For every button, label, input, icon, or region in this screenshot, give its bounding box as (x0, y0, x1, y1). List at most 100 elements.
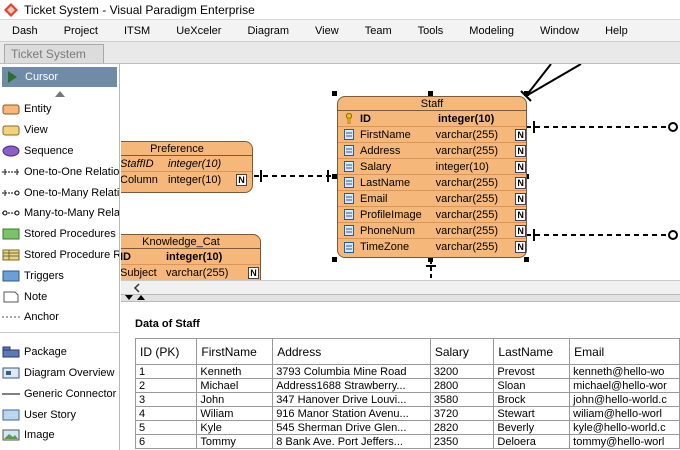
column-header[interactable]: LastName (493, 338, 571, 365)
table-cell[interactable]: 2820 (429, 420, 495, 435)
column-header[interactable]: Salary (429, 338, 495, 365)
entity-row: Subject varchar(255) N (121, 265, 260, 280)
column-header[interactable]: FirstName (196, 338, 274, 365)
table-cell[interactable]: 3 (134, 392, 198, 407)
entity-column-row[interactable]: Email varchar(255) N (338, 191, 527, 207)
menu-dash[interactable]: Dash (0, 25, 51, 37)
connector-line[interactable] (525, 64, 552, 97)
table-cell[interactable]: 6 (134, 434, 198, 449)
palette-item-sequence[interactable]: Sequence (0, 141, 119, 162)
diagram-canvas[interactable]: Staff ID integer(10) FirstName varchar(255)… (121, 64, 680, 280)
entity-column-row[interactable]: TimeZone varchar(255) N (338, 239, 527, 255)
table-cell[interactable]: Prevost (493, 364, 571, 379)
palette-item-note[interactable]: Note (0, 286, 119, 307)
table-cell[interactable]: 4 (134, 406, 198, 421)
menu-window[interactable]: Window (527, 25, 592, 37)
table-cell[interactable]: Beverly (493, 420, 571, 435)
table-row[interactable]: 1 Kenneth 3793 Columbia Mine Road 3200 Prevo… (134, 364, 680, 379)
palette-item-cursor[interactable]: Cursor (2, 67, 117, 87)
table-cell[interactable]: Address1688 Strawberry... (272, 378, 431, 393)
table-cell[interactable]: Deloera (493, 434, 571, 449)
palette-item-stored-procedures[interactable]: Stored Procedures (0, 224, 119, 245)
menu-team[interactable]: Team (352, 25, 405, 37)
entity-staff[interactable]: Staff ID integer(10) FirstName varchar(255)… (337, 96, 527, 258)
table-cell[interactable]: Kyle (196, 420, 274, 435)
table-row[interactable]: 2 Michael Address1688 Strawberry... 2800 Slo… (134, 378, 680, 393)
table-cell[interactable]: 3720 (429, 406, 495, 421)
connector-line[interactable] (525, 64, 582, 97)
palette-item-one-to-many-relation[interactable]: One-to-Many Relation (0, 182, 119, 203)
menu-help[interactable]: Help (592, 25, 641, 37)
column-header[interactable]: Address (272, 338, 431, 365)
table-cell[interactable]: Wiliam (196, 406, 274, 421)
table-cell[interactable]: John (196, 392, 274, 407)
entity-column-row[interactable]: Address varchar(255) N (338, 143, 527, 159)
menu-uexceler[interactable]: UeXceler (163, 25, 234, 37)
entity-column-row[interactable]: ID integer(10) (338, 111, 526, 127)
table-cell[interactable]: tommy@hello-worl (569, 434, 680, 449)
table-cell[interactable]: 8 Bank Ave. Port Jeffers... (272, 434, 431, 449)
palette-item-one-to-one-relation[interactable]: One-to-One Relation (0, 161, 119, 182)
table-cell[interactable]: Sloan (493, 378, 571, 393)
table-cell[interactable]: 1 (134, 364, 198, 379)
entity-knowledge-cat[interactable]: Knowledge_Cat ID integer(10) Subject var… (121, 234, 261, 280)
menu-tools[interactable]: Tools (405, 25, 457, 37)
table-cell[interactable]: 916 Manor Station Avenu... (272, 406, 431, 421)
column-header[interactable]: Email (569, 338, 680, 365)
entity-preference[interactable]: Preference StaffID integer(10) Column in… (121, 141, 253, 193)
table-cell[interactable]: 2 (134, 378, 198, 393)
table-row[interactable]: 5 Kyle 545 Sherman Drive Glen... 2820 Beverl… (134, 420, 680, 435)
table-row[interactable]: 3 John 347 Hanover Drive Louvi... 3580 Brock… (134, 392, 680, 407)
palette-item-many-to-many-relation[interactable]: Many-to-Many Relation (0, 203, 119, 224)
table-cell[interactable]: wiliam@hello-worl (569, 406, 680, 421)
menu-itsm[interactable]: ITSM (111, 25, 163, 37)
palette-item-stored-procedure-resultset[interactable]: Stored Procedure ResultSet (0, 245, 119, 266)
palette-item-package[interactable]: Package (0, 342, 119, 363)
table-row[interactable]: 4 Wiliam 916 Manor Station Avenu... 3720 Ste… (134, 406, 680, 421)
column-icon (344, 129, 354, 140)
column-header[interactable]: ID (PK) (134, 338, 198, 365)
palette-item-diagram-overview[interactable]: Diagram Overview (0, 363, 119, 384)
entity-column-row[interactable]: LastName varchar(255) N (338, 175, 527, 191)
table-cell[interactable]: Brock (493, 392, 571, 407)
table-cell[interactable]: 3200 (429, 364, 495, 379)
tab-ticket-system[interactable]: Ticket System (4, 44, 104, 63)
table-cell[interactable]: Kenneth (196, 364, 274, 379)
table-cell[interactable]: 3793 Columbia Mine Road (272, 364, 431, 379)
table-cell[interactable]: 545 Sherman Drive Glen... (272, 420, 431, 435)
table-cell[interactable]: Tommy (196, 434, 274, 449)
table-cell[interactable]: Michael (196, 378, 274, 393)
table-cell[interactable]: kyle@hello-world.c (569, 420, 680, 435)
menu-diagram[interactable]: Diagram (234, 25, 302, 37)
horizontal-scrollbar[interactable] (121, 280, 680, 294)
table-row[interactable]: 6 Tommy 8 Bank Ave. Port Jeffers... 2350 Del… (134, 434, 680, 449)
table-cell[interactable]: 3580 (429, 392, 495, 407)
table-cell[interactable]: 2800 (429, 378, 495, 393)
splitter-arrows-icon[interactable] (123, 294, 153, 302)
table-cell[interactable]: Stewart (493, 406, 571, 421)
entity-column-row[interactable]: Salary integer(10) N (338, 159, 527, 175)
collapse-up-icon[interactable] (54, 91, 65, 97)
entity-column-row[interactable]: ProfileImage varchar(255) N (338, 207, 527, 223)
table-cell[interactable]: john@hello-world.c (569, 392, 680, 407)
table-cell[interactable]: kenneth@hello-wo (569, 364, 680, 379)
table-cell[interactable]: 2350 (429, 434, 495, 449)
menu-project[interactable]: Project (51, 25, 111, 37)
palette-item-user-story[interactable]: User Story (0, 404, 119, 425)
menu-modeling[interactable]: Modeling (456, 25, 527, 37)
table-cell[interactable]: michael@hello-wor (569, 378, 680, 393)
table-cell[interactable]: 5 (134, 420, 198, 435)
palette-item-view[interactable]: View (0, 120, 119, 141)
pane-splitter[interactable] (121, 294, 680, 302)
table-cell[interactable]: 347 Hanover Drive Louvi... (272, 392, 431, 407)
palette-item-entity[interactable]: Entity (0, 99, 119, 120)
palette-item-generic-connector[interactable]: Generic Connector (0, 383, 119, 404)
palette-item-triggers[interactable]: Triggers (0, 265, 119, 286)
menu-view[interactable]: View (302, 25, 352, 37)
palette-item-anchor[interactable]: Anchor (0, 307, 119, 328)
entity-column-row[interactable]: PhoneNum varchar(255) N (338, 223, 527, 239)
entity-column-row[interactable]: FirstName varchar(255) N (338, 127, 527, 143)
palette-item-image[interactable]: Image (0, 425, 119, 446)
scroll-left-icon[interactable] (131, 282, 143, 294)
view-icon (2, 124, 20, 136)
